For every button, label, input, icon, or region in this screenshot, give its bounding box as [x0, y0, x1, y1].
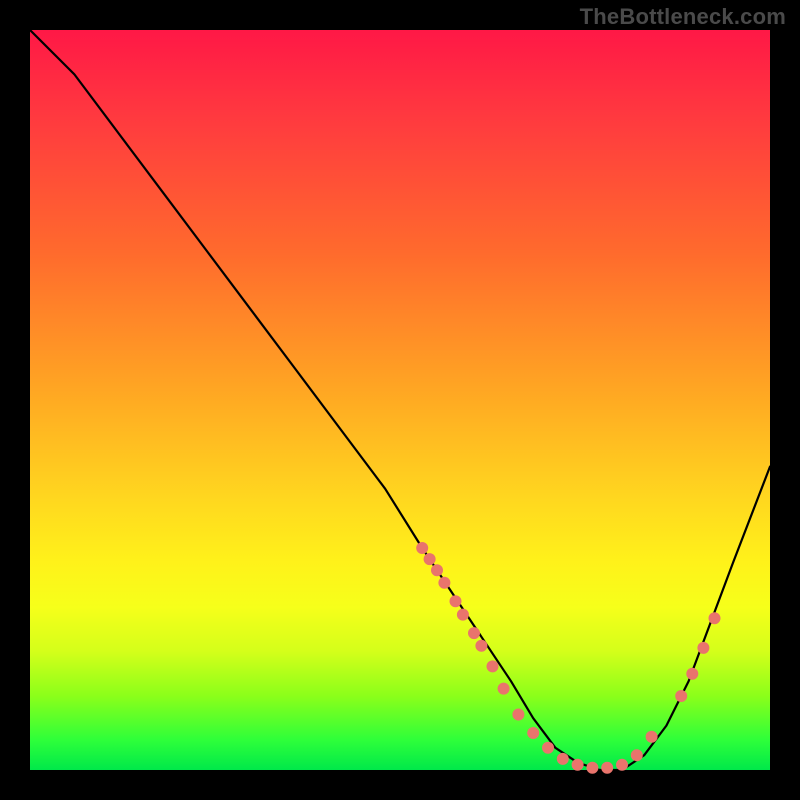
data-marker [675, 690, 687, 702]
data-marker [527, 727, 539, 739]
data-marker [697, 642, 709, 654]
data-marker [512, 709, 524, 721]
data-marker [416, 542, 428, 554]
data-marker [438, 577, 450, 589]
data-marker [586, 762, 598, 774]
data-marker [572, 759, 584, 771]
data-marker [542, 742, 554, 754]
data-marker [616, 759, 628, 771]
chart-svg [30, 30, 770, 770]
data-marker [498, 683, 510, 695]
markers-group [416, 542, 720, 774]
data-marker [646, 731, 658, 743]
plot-area [30, 30, 770, 770]
data-marker [631, 749, 643, 761]
chart-frame: TheBottleneck.com [0, 0, 800, 800]
data-marker [468, 627, 480, 639]
data-marker [457, 609, 469, 621]
data-marker [686, 668, 698, 680]
data-marker [431, 564, 443, 576]
data-marker [487, 660, 499, 672]
data-marker [601, 762, 613, 774]
data-marker [709, 612, 721, 624]
watermark-text: TheBottleneck.com [580, 4, 786, 30]
data-marker [557, 753, 569, 765]
data-marker [475, 640, 487, 652]
data-marker [450, 595, 462, 607]
curve-path [30, 30, 770, 770]
data-marker [424, 553, 436, 565]
